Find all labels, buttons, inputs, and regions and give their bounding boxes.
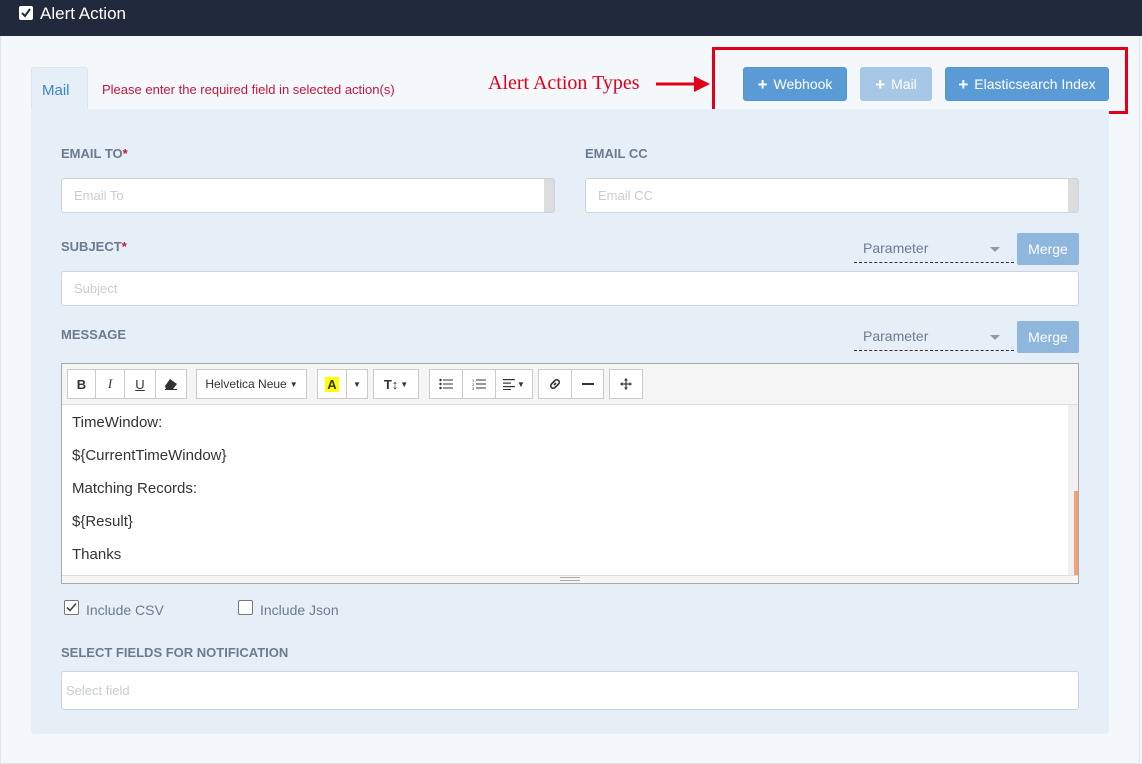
message-line: ${CurrentTimeWindow} [72,447,227,464]
message-editor: B I U Helvetica Neue ▼ A ▼ T↕ ▼ 123 ▼ Ti… [61,363,1079,584]
add-webhook-button[interactable]: + Webhook [743,67,847,101]
elasticsearch-button-label: Elasticsearch Index [974,76,1096,92]
webhook-button-label: Webhook [773,76,833,92]
plus-icon: + [757,74,768,94]
italic-button[interactable]: I [95,369,125,399]
editor-resize-handle[interactable] [62,575,1078,583]
email-to-label: EMAIL TO* [61,146,128,161]
include-csv-label: Include CSV [86,602,164,618]
subject-parameter-select[interactable]: Parameter [854,233,1014,263]
list-ol-icon: 123 [472,378,486,390]
subject-input[interactable]: Subject [61,271,1079,306]
mail-button-label: Mail [891,76,917,92]
align-dropdown[interactable]: ▼ [495,369,533,399]
svg-text:3: 3 [472,386,475,390]
editor-toolbar: B I U Helvetica Neue ▼ A ▼ T↕ ▼ 123 ▼ [62,364,1078,405]
underline-button[interactable]: U [124,369,156,399]
hr-icon [581,383,594,385]
font-color-button[interactable]: A [317,369,347,399]
include-json-checkbox[interactable] [238,600,253,615]
page-title: Alert Action [40,4,126,23]
select-fields-label: SELECT FIELDS FOR NOTIFICATION [61,645,289,660]
required-field-message: Please enter the required field in selec… [102,82,395,97]
bold-button[interactable]: B [67,369,96,399]
horizontal-rule-button[interactable] [571,369,604,399]
clear-format-button[interactable] [155,369,187,399]
ordered-list-button[interactable]: 123 [462,369,496,399]
editor-scrollbar-thumb[interactable] [1074,491,1078,575]
link-icon [550,379,560,389]
plus-icon: + [875,74,886,94]
caret-down-icon: ▼ [517,379,525,389]
include-json-label: Include Json [260,602,339,618]
email-to-input[interactable]: Email To [61,178,555,213]
font-color-dropdown[interactable]: ▼ [346,369,368,399]
grip-icon [560,577,580,581]
message-merge-button[interactable]: Merge [1017,321,1079,353]
message-line: ${Result} [72,513,133,530]
chevron-down-icon [990,335,1000,340]
editor-scrollbar[interactable] [1068,405,1078,575]
list-ul-icon [439,378,453,390]
message-line: Matching Records: [72,480,198,497]
font-name-dropdown[interactable]: Helvetica Neue ▼ [196,369,307,399]
caret-down-icon: ▼ [289,379,298,389]
caret-down-icon: ▼ [353,379,361,389]
font-size-dropdown[interactable]: T↕ ▼ [373,369,419,399]
editor-content[interactable]: TimeWindow: ${CurrentTimeWindow} Matchin… [62,405,1068,575]
subject-label: SUBJECT* [61,239,127,254]
header-bar: Alert Action [0,0,1142,36]
caret-down-icon: ▼ [400,379,409,389]
chevron-down-icon [990,247,1000,252]
link-button[interactable] [538,369,572,399]
annotation-label: Alert Action Types [488,72,640,94]
checkbox-icon[interactable] [19,6,33,20]
plus-icon: + [958,74,969,94]
align-icon [503,379,516,390]
add-elasticsearch-index-button[interactable]: + Elasticsearch Index [945,67,1109,101]
eraser-icon [165,379,177,390]
check-icon [66,602,77,612]
arrow-right-icon [656,76,710,92]
message-line: Thanks [72,546,122,563]
tab-mail[interactable]: Mail [31,67,88,110]
tab-mail-label: Mail [42,82,70,99]
add-mail-button[interactable]: + Mail [860,67,932,101]
unordered-list-button[interactable] [429,369,463,399]
message-label: MESSAGE [61,327,127,342]
email-cc-label: EMAIL CC [585,146,648,161]
subject-merge-button[interactable]: Merge [1017,233,1079,265]
fullscreen-button[interactable] [609,369,643,399]
fullscreen-icon [620,378,632,390]
include-csv-checkbox[interactable] [64,600,79,615]
email-to-scrollbar[interactable] [544,179,554,212]
email-cc-input[interactable]: Email CC [585,178,1079,213]
message-parameter-select[interactable]: Parameter [854,321,1014,351]
select-fields-input[interactable]: Select field [61,671,1079,710]
message-line: TimeWindow: [72,414,163,431]
email-cc-scrollbar[interactable] [1068,179,1078,212]
